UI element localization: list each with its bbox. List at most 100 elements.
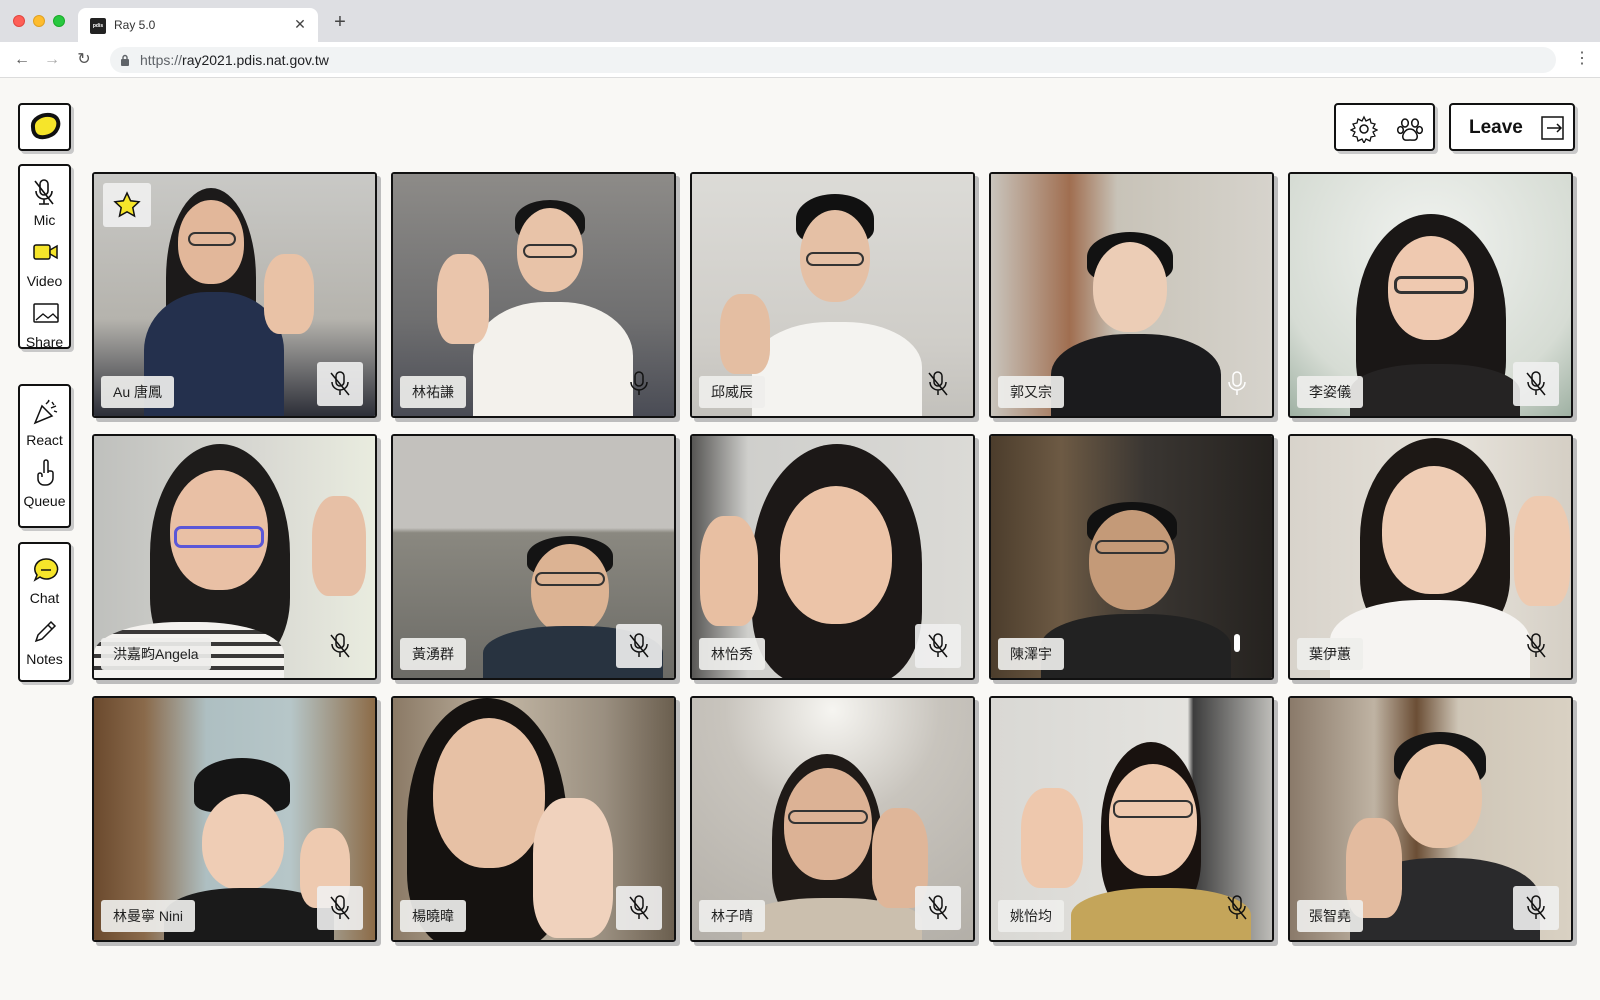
- participant-name: 林怡秀: [699, 638, 765, 670]
- mic-muted-badge: [317, 886, 363, 930]
- participant-tile[interactable]: 張智堯: [1288, 696, 1573, 942]
- back-arrow-icon[interactable]: ←: [10, 48, 34, 72]
- chat-icon: [33, 558, 59, 582]
- browser-menu-icon[interactable]: ⋮: [1574, 48, 1590, 72]
- mic-off-icon: [928, 371, 948, 396]
- leave-button[interactable]: Leave: [1449, 103, 1575, 151]
- forward-arrow-icon[interactable]: →: [40, 48, 64, 72]
- face: [1089, 510, 1175, 610]
- react-label: React: [26, 432, 63, 448]
- mic-off-icon: [928, 895, 948, 920]
- mic-icon: [630, 371, 648, 395]
- minimize-window-button[interactable]: [33, 15, 45, 27]
- communication-controls-group: Chat Notes: [18, 542, 71, 682]
- participant-name: 林祐謙: [400, 376, 466, 408]
- gear-icon[interactable]: [1350, 115, 1378, 143]
- waving-hand: [533, 798, 613, 938]
- mic-off-icon: [34, 179, 54, 205]
- video-button[interactable]: Video: [20, 227, 69, 289]
- participant-tile[interactable]: 姚怡均: [989, 696, 1274, 942]
- mic-muted-badge: [616, 886, 662, 930]
- browser-tab[interactable]: pdis Ray 5.0 ✕: [78, 8, 318, 42]
- paw-icon[interactable]: [1396, 115, 1424, 143]
- mic-button[interactable]: Mic: [20, 166, 69, 228]
- pdis-favicon-icon: pdis: [90, 18, 106, 34]
- raise-hand-icon: [37, 459, 54, 486]
- react-button[interactable]: React: [20, 386, 69, 448]
- mic-muted-badge: [915, 362, 961, 406]
- close-window-button[interactable]: [13, 15, 25, 27]
- mic-muted-badge: [1214, 886, 1260, 930]
- video-label: Video: [26, 273, 63, 289]
- exit-icon: [1541, 116, 1564, 140]
- maximize-window-button[interactable]: [53, 15, 65, 27]
- waving-hand: [312, 496, 366, 596]
- mic-muted-badge: [317, 362, 363, 406]
- host-badge: [103, 183, 151, 227]
- waving-hand: [720, 294, 770, 374]
- party-popper-icon: [33, 399, 58, 425]
- mic-icon: [1234, 634, 1240, 652]
- mic-off-icon: [629, 633, 649, 658]
- mic-off-icon: [330, 371, 350, 396]
- waving-hand: [1514, 496, 1570, 606]
- participant-tile[interactable]: 林怡秀: [690, 434, 975, 680]
- queue-button[interactable]: Queue: [20, 447, 69, 509]
- participant-tile[interactable]: 邱威辰: [690, 172, 975, 418]
- new-tab-icon[interactable]: +: [330, 12, 350, 33]
- reload-icon[interactable]: ↻: [72, 48, 96, 72]
- address-bar[interactable]: https://ray2021.pdis.nat.gov.tw: [110, 47, 1556, 73]
- browser-toolbar: ← → ↻ https://ray2021.pdis.nat.gov.tw ⋮: [0, 42, 1600, 78]
- waving-hand: [1021, 788, 1083, 888]
- mic-off-icon: [1526, 895, 1546, 920]
- participant-tile[interactable]: 洪嘉畇Angela: [92, 434, 377, 680]
- mic-icon: [1228, 371, 1246, 395]
- face: [1093, 242, 1167, 332]
- participant-name: 林曼寧 Nini: [101, 900, 196, 932]
- chat-button[interactable]: Chat: [20, 544, 69, 606]
- mic-off-icon: [1526, 633, 1546, 658]
- participant-name: 洪嘉畇Angela: [101, 638, 211, 670]
- face: [1398, 744, 1482, 848]
- participant-name: 黃湧群: [400, 638, 466, 670]
- tab-close-icon[interactable]: ✕: [292, 16, 308, 32]
- participant-tile[interactable]: 黃湧群: [391, 434, 676, 680]
- participant-name: 林子晴: [699, 900, 765, 932]
- mic-muted-badge: [1513, 624, 1559, 668]
- face: [1109, 764, 1197, 876]
- interaction-controls-group: React Queue: [18, 384, 71, 528]
- notes-button[interactable]: Notes: [20, 605, 69, 667]
- face: [1382, 466, 1486, 594]
- leave-label: Leave: [1469, 117, 1523, 138]
- waving-hand: [437, 254, 489, 344]
- ray-logo-icon: [30, 112, 61, 140]
- participant-tile[interactable]: 李姿儀: [1288, 172, 1573, 418]
- participant-tile[interactable]: 林曼寧 Nini: [92, 696, 377, 942]
- participant-name: 葉伊蕙: [1297, 638, 1363, 670]
- settings-panel: [1334, 103, 1435, 151]
- browser-tab-bar: pdis Ray 5.0 ✕ +: [0, 0, 1600, 42]
- participant-tile[interactable]: 郭又宗: [989, 172, 1274, 418]
- face: [202, 794, 284, 890]
- participant-tile[interactable]: Au 唐鳳: [92, 172, 377, 418]
- mic-muted-badge: [616, 624, 662, 668]
- participant-tile[interactable]: 林子晴: [690, 696, 975, 942]
- mic-label: Mic: [33, 212, 56, 228]
- participant-name: Au 唐鳳: [101, 376, 175, 408]
- participant-tile[interactable]: 林祐謙: [391, 172, 676, 418]
- ray-logo-button[interactable]: [18, 103, 71, 151]
- participant-tile[interactable]: 葉伊蕙: [1288, 434, 1573, 680]
- mic-off-icon: [330, 633, 350, 658]
- waving-hand: [264, 254, 314, 334]
- url-text: https://ray2021.pdis.nat.gov.tw: [140, 52, 329, 68]
- participant-tile[interactable]: 陳澤宇: [989, 434, 1274, 680]
- mic-active-badge: [1214, 362, 1260, 406]
- face: [780, 486, 892, 624]
- mic-off-icon: [1526, 371, 1546, 396]
- share-screen-icon: [33, 303, 59, 323]
- share-button[interactable]: Share: [20, 288, 69, 350]
- participant-tile[interactable]: 楊曉暐: [391, 696, 676, 942]
- mic-muted-badge: [915, 886, 961, 930]
- tab-title: Ray 5.0: [114, 18, 156, 32]
- mic-muted-badge: [915, 624, 961, 668]
